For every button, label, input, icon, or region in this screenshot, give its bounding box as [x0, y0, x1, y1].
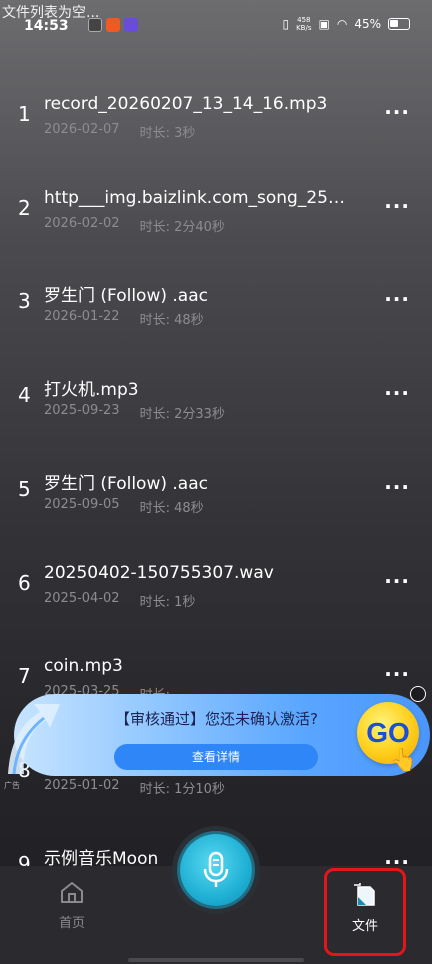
item-duration: 时长: 2分40秒: [139, 220, 225, 235]
item-date: 2025-04-02: [44, 591, 120, 606]
battery-icon: [388, 18, 410, 30]
item-date: 2025-09-05: [44, 497, 120, 512]
shopping-app-icon: [106, 18, 120, 32]
list-item[interactable]: 4 打火机.mp3 2025-09-23 时长: 2分33秒 ···: [0, 347, 432, 440]
battery-text: 45%: [354, 17, 381, 31]
item-date: 2025-01-02: [44, 778, 120, 793]
sim-icon: ▣: [318, 17, 330, 31]
list-item[interactable]: 3 罗生门 (Follow) .aac 2026-01-22 时长: 48秒 ··…: [0, 253, 432, 346]
record-button[interactable]: [172, 826, 260, 914]
item-index: 2: [18, 196, 31, 220]
item-index: 5: [18, 477, 31, 501]
video-app-icon: [124, 18, 138, 32]
nav-home-label: 首页: [58, 916, 85, 931]
net-speed-unit: KB/s: [296, 24, 312, 32]
list-item[interactable]: 6 20250402-150755307.wav 2025-04-02 时长: 1…: [0, 535, 432, 628]
file-icon: [354, 883, 375, 906]
item-duration: 时长: 48秒: [139, 313, 204, 328]
more-options-button[interactable]: ···: [384, 194, 410, 218]
nav-file-label: 文件: [351, 919, 378, 934]
item-name: http___img.baizlink.com_song_25…: [44, 188, 345, 208]
item-duration: 时长: 1分10秒: [139, 782, 225, 797]
list-item[interactable]: 5 罗生门 (Follow) .aac 2025-09-05 时长: 48秒 ··…: [0, 441, 432, 534]
item-duration: 时长: 1秒: [139, 595, 196, 610]
record-button-inner[interactable]: [180, 834, 252, 906]
item-index: 7: [18, 664, 31, 688]
home-indicator: [128, 958, 304, 962]
list-item[interactable]: 1 record_20260207_13_14_16.mp3 2026-02-0…: [0, 66, 432, 159]
status-right-group: ▯ 458 KB/s ▣ ◠ 45%: [282, 16, 410, 32]
home-icon: [61, 882, 83, 903]
item-index: 4: [18, 383, 31, 407]
notification-icons: [88, 18, 138, 32]
item-duration: 时长: 3秒: [139, 126, 196, 141]
item-name: coin.mp3: [44, 656, 123, 676]
list-item[interactable]: 2 http___img.baizlink.com_song_25… 2026-…: [0, 160, 432, 253]
ad-headline: 【审核通过】您还未确认激活?: [115, 710, 318, 728]
item-name: 打火机.mp3: [44, 380, 139, 400]
ad-tag: 广告: [4, 781, 20, 790]
ad-details-button[interactable]: 查看详情: [114, 744, 318, 770]
item-date: 2026-02-07: [44, 122, 120, 137]
more-options-button[interactable]: ···: [384, 475, 410, 499]
item-name: 罗生门 (Follow) .aac: [44, 474, 208, 494]
item-name: 20250402-150755307.wav: [44, 563, 274, 583]
item-index: 1: [18, 102, 31, 126]
net-speed: 458 KB/s: [296, 16, 311, 32]
nav-file[interactable]: 文件: [324, 868, 406, 956]
status-time: 14:53: [24, 18, 69, 34]
ad-close-icon[interactable]: [410, 686, 426, 702]
item-duration: 时长: 2分33秒: [139, 407, 225, 422]
ad-swoosh-arrow-icon: [8, 704, 60, 775]
item-date: 2026-01-22: [44, 309, 120, 324]
item-index: 3: [18, 289, 31, 313]
net-speed-value: 458: [297, 16, 311, 24]
item-name: 罗生门 (Follow) .aac: [44, 286, 208, 306]
more-options-button[interactable]: ···: [384, 569, 410, 593]
more-options-button[interactable]: ···: [384, 662, 410, 686]
wifi-icon: ◠: [336, 17, 348, 31]
item-index: 6: [18, 571, 31, 595]
vibrate-icon: ▯: [282, 17, 290, 31]
ad-banner[interactable]: 【审核通过】您还未确认激活? 查看详情 GO 👆 广告: [0, 686, 432, 790]
more-options-button[interactable]: ···: [384, 287, 410, 311]
status-bar: 文件列表为空... 14:53 ▯ 458 KB/s ▣ ◠ 45%: [0, 0, 432, 50]
pointing-hand-icon: 👆: [390, 748, 418, 773]
item-duration: 时长: 48秒: [139, 501, 204, 516]
more-options-button[interactable]: ···: [384, 381, 410, 405]
item-date: 2026-02-02: [44, 216, 120, 231]
nav-home[interactable]: 首页: [40, 880, 104, 931]
microphone-icon: [203, 851, 229, 887]
item-date: 2025-09-23: [44, 403, 120, 418]
item-name: record_20260207_13_14_16.mp3: [44, 94, 328, 114]
more-options-button[interactable]: ···: [384, 100, 410, 124]
mail-app-icon: [88, 18, 102, 32]
